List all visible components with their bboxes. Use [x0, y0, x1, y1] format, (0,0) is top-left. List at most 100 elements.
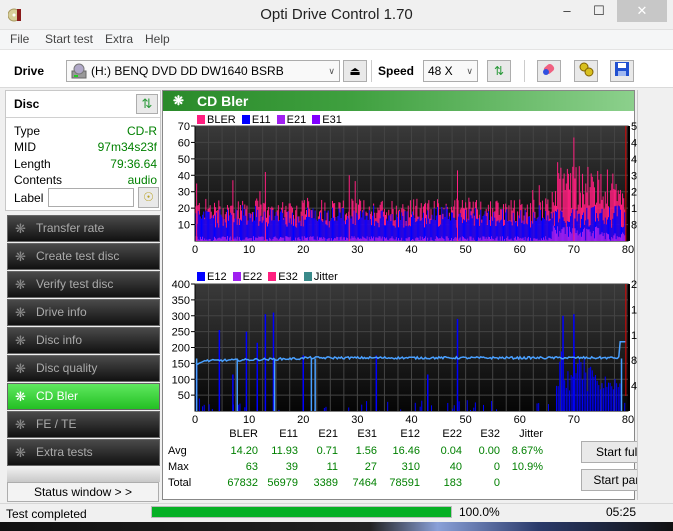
disc-key: Contents: [14, 173, 63, 187]
stats-cell: 67832: [227, 477, 258, 489]
stats-cell: 78591: [389, 477, 420, 489]
elapsed-time: 05:25: [606, 505, 637, 519]
legend-item: E21: [276, 114, 306, 126]
legend-swatch: [303, 272, 312, 281]
nav-label: Disc quality: [36, 361, 98, 375]
minimize-button[interactable]: –: [553, 0, 581, 22]
legend-item: BLER: [197, 114, 236, 126]
save-button[interactable]: [610, 60, 634, 82]
legend-swatch: [241, 115, 250, 124]
disc-key: Length: [14, 157, 51, 171]
nav-transfer-rate[interactable]: ❋ Transfer rate: [7, 215, 160, 242]
stats-cell: 0.00: [478, 445, 500, 457]
stats-cell: 0.71: [316, 445, 338, 457]
nav-label: Extra tests: [36, 445, 93, 459]
menu-help[interactable]: Help: [145, 32, 170, 46]
stats-cell: 40: [449, 461, 462, 473]
nav-fe-te[interactable]: ❋ FE / TE: [7, 411, 160, 438]
disc-refresh-button[interactable]: ⇅: [136, 94, 158, 114]
settings-button[interactable]: [574, 60, 598, 82]
progress-bar: [151, 506, 452, 518]
stats-row-label: Avg: [168, 445, 187, 457]
disc-gear-icon: ❋: [15, 249, 26, 264]
nav-label: Disc info: [36, 333, 83, 347]
toolbar: Drive (H:) BENQ DVD DD DW1640 BSRB ∨ ⏏ S…: [0, 50, 673, 88]
cd-icon: ☉: [143, 190, 154, 204]
stats-col-header: E22: [442, 428, 462, 440]
nav-label: Create test disc: [36, 249, 120, 263]
legend-swatch: [268, 272, 277, 281]
stats-col-header: E21: [318, 428, 338, 440]
disc-value: audio: [127, 173, 157, 187]
progress-fill: [152, 507, 451, 517]
stats-row-label: Total: [168, 477, 192, 489]
maximize-button[interactable]: ☐: [585, 0, 613, 22]
stats-cell: 16.46: [392, 445, 420, 457]
label-key: Label: [14, 191, 44, 205]
stats-cell: 7464: [352, 477, 377, 489]
nav-label: Verify test disc: [36, 277, 114, 291]
label-input[interactable]: [48, 188, 134, 207]
disc-value: CD-R: [127, 124, 157, 138]
nav-label: FE / TE: [36, 417, 77, 431]
close-button[interactable]: ✕: [617, 0, 667, 22]
nav-verify-test-disc[interactable]: ❋ Verify test disc: [7, 271, 160, 298]
menu-bar: File Start test Extra Help: [0, 30, 673, 50]
cd-label-button[interactable]: ☉: [138, 187, 159, 208]
stats-col-header: E32: [480, 428, 500, 440]
right-strip: [637, 90, 667, 500]
status-window-button[interactable]: Status window > >: [7, 482, 159, 502]
nav-label: Drive info: [36, 305, 87, 319]
erase-icon: [541, 63, 557, 80]
panel-title: CD Bler: [197, 93, 249, 109]
divider: [6, 117, 160, 118]
speed-value: 48 X: [428, 64, 453, 78]
stats-cell: 10.9%: [511, 461, 543, 473]
disc-value: 79:36.64: [110, 157, 157, 171]
nav-filler: [7, 467, 160, 482]
speed-select[interactable]: 48 X ∨: [423, 60, 478, 82]
stats-cell: 0: [493, 461, 500, 473]
nav-disc-quality[interactable]: ❋ Disc quality: [7, 355, 160, 382]
menu-file[interactable]: File: [10, 32, 29, 46]
stats-col-header: BLER: [229, 428, 258, 440]
separator: [524, 60, 525, 82]
separator: [371, 60, 372, 82]
disc-gear-icon: ❋: [15, 417, 26, 432]
settings-icon: [578, 62, 594, 80]
speed-label: Speed: [378, 64, 415, 78]
nav-extra-tests[interactable]: ❋ Extra tests: [7, 439, 160, 466]
eject-button[interactable]: ⏏: [343, 60, 367, 82]
legend-item: E12: [197, 271, 227, 283]
nav-disc-info[interactable]: ❋ Disc info: [7, 327, 160, 354]
legend-item: Jitter: [303, 271, 338, 283]
disc-gear-icon: ❋: [15, 361, 26, 376]
menu-start-test[interactable]: Start test: [45, 32, 93, 46]
nav-create-test-disc[interactable]: ❋ Create test disc: [7, 243, 160, 270]
refresh-speed-button[interactable]: ⇅: [487, 60, 511, 82]
drive-select[interactable]: (H:) BENQ DVD DD DW1640 BSRB ∨: [66, 60, 340, 82]
nav-cd-bler[interactable]: ❋ CD Bler: [7, 383, 160, 410]
drive-label: Drive: [14, 64, 45, 78]
stats-cell: 11: [326, 461, 338, 473]
chevron-down-icon: ∨: [328, 66, 335, 76]
erase-button[interactable]: [537, 60, 561, 82]
disc-gear-icon: ❋: [15, 445, 26, 460]
stats-col-header: E12: [400, 428, 420, 440]
stats-cell: 1.56: [355, 445, 377, 457]
stats-cell: 56979: [267, 477, 298, 489]
chart-legend-top: BLER E11 E21 E31: [197, 114, 345, 126]
legend-swatch: [197, 272, 205, 281]
nav-drive-info[interactable]: ❋ Drive info: [7, 299, 160, 326]
drive-icon: [71, 63, 87, 85]
stats-cell: 11.93: [271, 445, 298, 457]
legend-item: E11: [241, 114, 271, 126]
legend-swatch: [197, 115, 205, 124]
stats-cell: 3389: [313, 477, 338, 489]
desktop-background: [0, 522, 673, 531]
disc-gear-icon: ❋: [173, 93, 184, 108]
stats-col-header: Jitter: [519, 428, 543, 440]
menu-extra[interactable]: Extra: [105, 32, 133, 46]
stats-col-header: E31: [357, 428, 377, 440]
stats-cell: 8.67%: [511, 445, 543, 457]
